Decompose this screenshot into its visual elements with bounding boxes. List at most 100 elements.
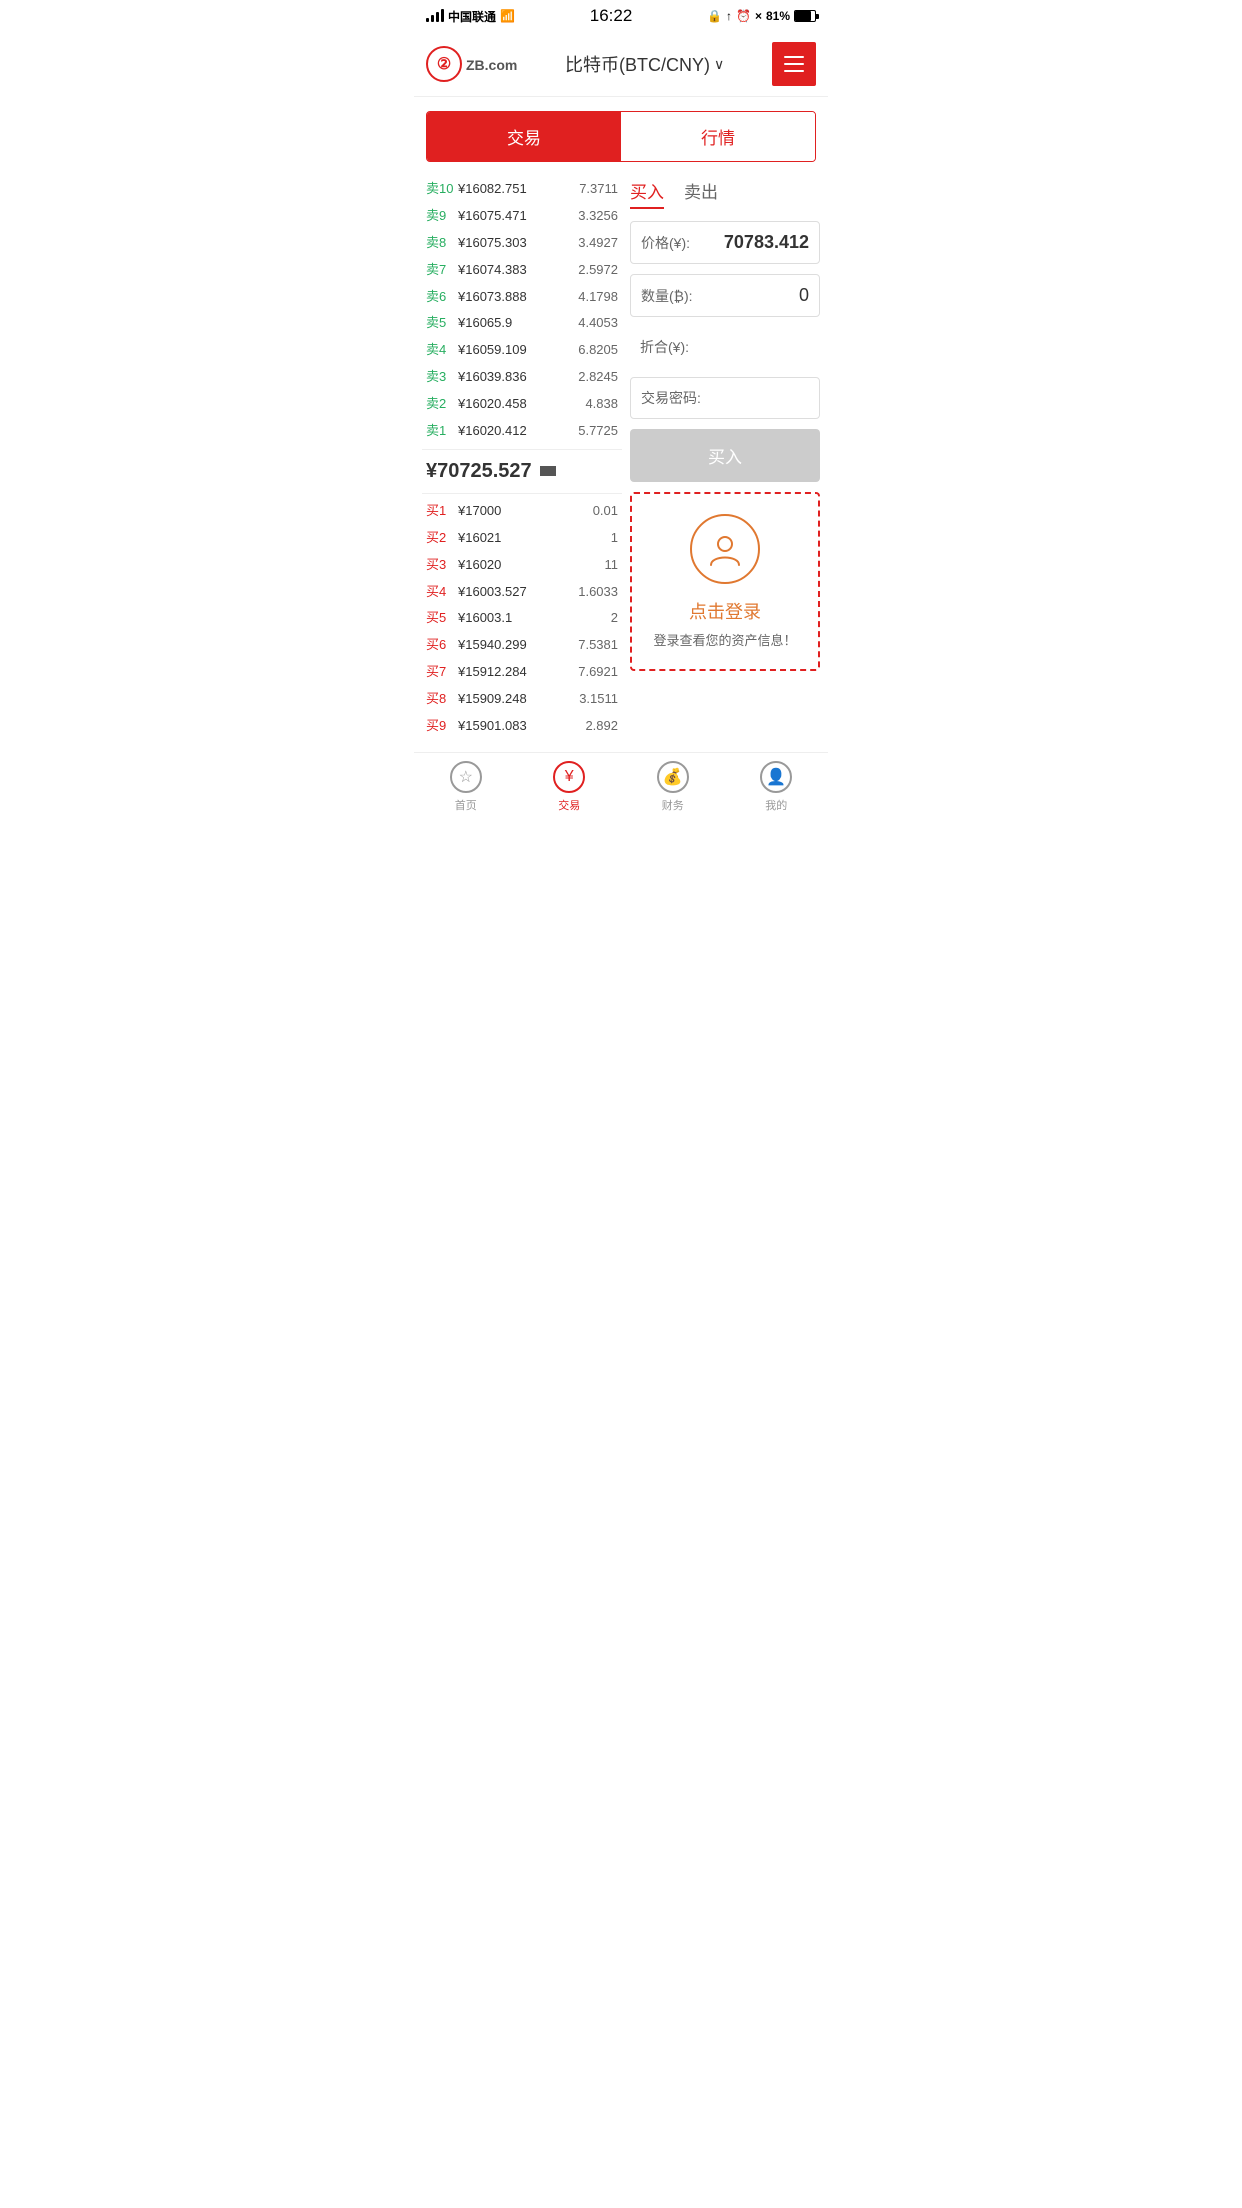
buy-order-row[interactable]: 买7 ¥15912.284 7.6921	[422, 659, 622, 686]
buy-order-row[interactable]: 买4 ¥16003.527 1.6033	[422, 579, 622, 606]
carrier-label: 中国联通	[448, 8, 496, 25]
buy-orders: 买1 ¥17000 0.01 买2 ¥16021 1 买3 ¥16020 11 …	[422, 498, 622, 740]
sell-price: ¥16075.471	[454, 208, 578, 225]
buy-price: ¥15909.248	[454, 691, 579, 708]
tab-market[interactable]: 行情	[621, 112, 815, 161]
sell-order-row[interactable]: 卖6 ¥16073.888 4.1798	[422, 284, 622, 311]
buy-label: 买6	[426, 637, 454, 654]
buy-order-row[interactable]: 买9 ¥15901.083 2.892	[422, 713, 622, 740]
header: ② ZB.com 比特币(BTC/CNY) ∨	[414, 32, 828, 97]
password-field[interactable]: 交易密码:	[630, 377, 820, 419]
order-book: 卖10 ¥16082.751 7.3711 卖9 ¥16075.471 3.32…	[422, 176, 622, 740]
sell-order-row[interactable]: 卖3 ¥16039.836 2.8245	[422, 364, 622, 391]
sell-price: ¥16075.303	[454, 235, 578, 252]
sell-order-row[interactable]: 卖9 ¥16075.471 3.3256	[422, 203, 622, 230]
sell-price: ¥16039.836	[454, 369, 578, 386]
quantity-input[interactable]	[693, 285, 809, 306]
nav-profile[interactable]: 👤 我的	[725, 761, 829, 813]
sell-label: 卖8	[426, 235, 454, 252]
nav-trade-label: 交易	[558, 797, 580, 813]
price-label: 价格(¥):	[641, 233, 690, 253]
buy-label: 买9	[426, 718, 454, 735]
star-icon: ☆	[450, 761, 482, 793]
nav-trade[interactable]: ¥ 交易	[518, 761, 622, 813]
sell-amount: 3.4927	[578, 235, 618, 252]
buy-amount: 3.1511	[579, 691, 618, 708]
buy-order-row[interactable]: 买8 ¥15909.248 3.1511	[422, 686, 622, 713]
nav-home[interactable]: ☆ 首页	[414, 761, 518, 813]
password-input[interactable]	[701, 390, 809, 406]
bottom-nav: ☆ 首页 ¥ 交易 💰 财务 👤 我的	[414, 752, 828, 817]
buy-amount: 0.01	[593, 503, 618, 520]
bluetooth-icon: ×	[755, 9, 762, 23]
location-icon: ↑	[726, 9, 732, 23]
sell-order-row[interactable]: 卖8 ¥16075.303 3.4927	[422, 230, 622, 257]
tab-sell[interactable]: 卖出	[684, 178, 718, 209]
total-field: 折合(¥):	[630, 327, 820, 367]
sell-label: 卖1	[426, 423, 454, 440]
buy-order-row[interactable]: 买1 ¥17000 0.01	[422, 498, 622, 525]
signal-icon	[426, 10, 444, 22]
finance-icon: 💰	[657, 761, 689, 793]
nav-finance-label: 财务	[662, 797, 684, 813]
buy-label: 买3	[426, 557, 454, 574]
current-price: ¥70725.527	[422, 449, 622, 494]
logo: ② ZB.com	[426, 46, 517, 82]
buy-label: 买4	[426, 584, 454, 601]
sell-order-row[interactable]: 卖10 ¥16082.751 7.3711	[422, 176, 622, 203]
yen-icon: ¥	[553, 761, 585, 793]
tab-trade[interactable]: 交易	[427, 112, 621, 161]
login-button[interactable]: 点击登录	[689, 598, 761, 624]
sell-order-row[interactable]: 卖5 ¥16065.9 4.4053	[422, 310, 622, 337]
sell-amount: 5.7725	[578, 423, 618, 440]
user-avatar-icon	[690, 514, 760, 584]
sell-amount: 2.8245	[578, 369, 618, 386]
buy-button[interactable]: 买入	[630, 429, 820, 482]
logo-text: ZB.com	[466, 53, 517, 76]
sell-order-row[interactable]: 卖4 ¥16059.109 6.8205	[422, 337, 622, 364]
buy-amount: 2.892	[585, 718, 618, 735]
trade-panel: 买入 卖出 价格(¥): 数量(₿): 折合(¥): 交易密码: 买入	[630, 176, 820, 740]
sell-order-row[interactable]: 卖2 ¥16020.458 4.838	[422, 391, 622, 418]
sell-price: ¥16059.109	[454, 342, 578, 359]
lock-icon: 🔒	[707, 9, 722, 23]
sell-order-row[interactable]: 卖7 ¥16074.383 2.5972	[422, 257, 622, 284]
price-field[interactable]: 价格(¥):	[630, 221, 820, 264]
buy-price: ¥16020	[454, 557, 605, 574]
buy-label: 买5	[426, 610, 454, 627]
menu-button[interactable]	[772, 42, 816, 86]
status-right: 🔒 ↑ ⏰ × 81%	[707, 9, 816, 23]
sell-price: ¥16073.888	[454, 289, 578, 306]
buy-order-row[interactable]: 买6 ¥15940.299 7.5381	[422, 632, 622, 659]
buy-label: 买8	[426, 691, 454, 708]
alarm-icon: ⏰	[736, 9, 751, 23]
buy-price: ¥15940.299	[454, 637, 578, 654]
tab-buy[interactable]: 买入	[630, 178, 664, 209]
buy-order-row[interactable]: 买3 ¥16020 11	[422, 552, 622, 579]
page-title[interactable]: 比特币(BTC/CNY) ∨	[565, 51, 724, 77]
battery-label: 81%	[766, 9, 790, 23]
sell-price: ¥16020.412	[454, 423, 578, 440]
total-label: 折合(¥):	[640, 337, 689, 357]
quantity-field[interactable]: 数量(₿):	[630, 274, 820, 317]
buy-order-row[interactable]: 买5 ¥16003.1 2	[422, 605, 622, 632]
buy-label: 买1	[426, 503, 454, 520]
sell-amount: 2.5972	[578, 262, 618, 279]
sell-label: 卖10	[426, 181, 454, 198]
buy-amount: 1.6033	[578, 584, 618, 601]
sell-label: 卖9	[426, 208, 454, 225]
nav-finance[interactable]: 💰 财务	[621, 761, 725, 813]
sell-label: 卖3	[426, 369, 454, 386]
battery-icon	[794, 10, 816, 22]
chevron-down-icon: ∨	[714, 56, 724, 73]
nav-home-label: 首页	[455, 797, 477, 813]
price-input[interactable]	[690, 232, 809, 253]
buy-amount: 7.5381	[578, 637, 618, 654]
sell-order-row[interactable]: 卖1 ¥16020.412 5.7725	[422, 418, 622, 445]
sell-amount: 4.1798	[578, 289, 618, 306]
buy-label: 买2	[426, 530, 454, 547]
status-bar: 中国联通 📶 16:22 🔒 ↑ ⏰ × 81%	[414, 0, 828, 32]
sell-label: 卖5	[426, 315, 454, 332]
buy-order-row[interactable]: 买2 ¥16021 1	[422, 525, 622, 552]
sell-label: 卖2	[426, 396, 454, 413]
